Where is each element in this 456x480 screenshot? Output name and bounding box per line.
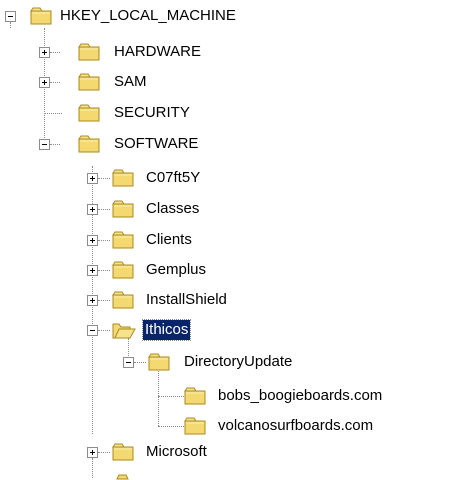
- expand-toggle[interactable]: [87, 173, 98, 184]
- folder-icon: [112, 443, 136, 462]
- tree-node-label: Microsoft: [146, 443, 207, 460]
- tree-node-microsoft[interactable]: Microsoft: [82, 442, 282, 464]
- tree-node-label: C07ft5Y: [146, 169, 201, 186]
- folder-icon: [112, 231, 136, 250]
- expand-toggle[interactable]: [39, 47, 50, 58]
- collapse-toggle[interactable]: [123, 357, 134, 368]
- tree-node-sam[interactable]: SAM: [34, 72, 234, 94]
- folder-icon: [148, 353, 172, 372]
- collapse-toggle[interactable]: [5, 11, 16, 22]
- tree-node-bobs-boogieboards[interactable]: bobs_boogieboards.com: [180, 386, 456, 408]
- tree-node-ithicos[interactable]: Ithicos: [82, 319, 282, 342]
- tree-node-security[interactable]: SECURITY: [34, 103, 264, 125]
- tree-node-label: volcanosurfboards.com: [218, 417, 374, 434]
- folder-icon: [112, 291, 136, 310]
- collapse-toggle[interactable]: [39, 139, 50, 150]
- folder-icon: [30, 7, 54, 26]
- tree-node-clients[interactable]: Clients: [82, 230, 282, 252]
- folder-icon: [78, 104, 102, 123]
- folder-icon: [116, 474, 129, 480]
- folder-icon: [78, 135, 102, 154]
- expand-toggle[interactable]: [87, 295, 98, 306]
- folder-icon: [184, 417, 208, 436]
- tree-node-classes[interactable]: Classes: [82, 199, 282, 221]
- folder-open-icon: [112, 321, 136, 340]
- registry-tree: HKEY_LOCAL_MACHINE HARDWARE SAM SECURITY…: [0, 0, 456, 480]
- tree-node-label: InstallShield: [146, 291, 227, 308]
- folder-icon: [78, 73, 102, 92]
- folder-icon: [78, 43, 102, 62]
- tree-node-hardware[interactable]: HARDWARE: [34, 42, 264, 64]
- folder-icon: [184, 387, 208, 406]
- tree-node-c07ft5y[interactable]: C07ft5Y: [82, 168, 282, 190]
- tree-line: [158, 368, 159, 426]
- expand-toggle[interactable]: [87, 447, 98, 458]
- tree-node-hkey-local-machine[interactable]: HKEY_LOCAL_MACHINE: [0, 6, 330, 28]
- expand-toggle[interactable]: [39, 77, 50, 88]
- tree-node-gemplus[interactable]: Gemplus: [82, 260, 282, 282]
- collapse-toggle[interactable]: [87, 325, 98, 336]
- tree-node-installshield[interactable]: InstallShield: [82, 290, 302, 312]
- tree-node-software[interactable]: SOFTWARE: [34, 134, 264, 156]
- expand-toggle[interactable]: [87, 265, 98, 276]
- tree-node-label: HARDWARE: [114, 43, 201, 60]
- expand-toggle[interactable]: [87, 204, 98, 215]
- tree-node-label: HKEY_LOCAL_MACHINE: [60, 7, 236, 24]
- tree-node-label: SECURITY: [114, 104, 190, 121]
- tree-node-label: SAM: [114, 73, 147, 90]
- folder-icon: [112, 200, 136, 219]
- tree-node-label: bobs_boogieboards.com: [218, 387, 383, 404]
- tree-node-label: Clients: [146, 231, 192, 248]
- tree-node-label: DirectoryUpdate: [184, 353, 293, 370]
- tree-node-label: Classes: [146, 200, 200, 217]
- tree-node-label: Gemplus: [146, 261, 207, 278]
- folder-icon: [112, 169, 136, 188]
- tree-node-volcanosurfboards[interactable]: volcanosurfboards.com: [180, 416, 456, 438]
- folder-icon: [112, 261, 136, 280]
- tree-node-label: SOFTWARE: [114, 135, 199, 152]
- tree-node-label: Ithicos: [141, 319, 192, 341]
- expand-toggle[interactable]: [87, 235, 98, 246]
- tree-node-directoryupdate[interactable]: DirectoryUpdate: [118, 352, 358, 374]
